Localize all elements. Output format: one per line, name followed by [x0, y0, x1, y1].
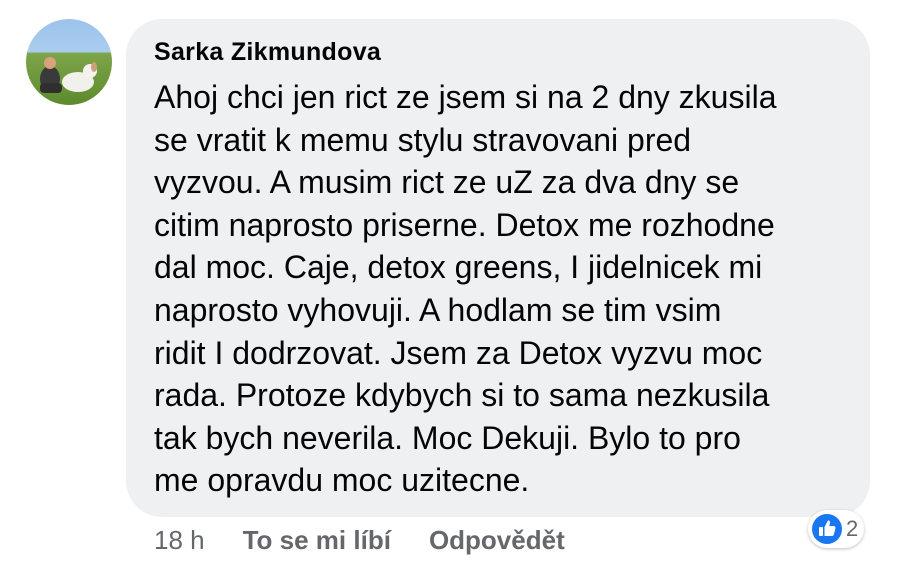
comment-line: se vratit k memu stylu stravovani pred: [154, 121, 692, 158]
comment-line: me opravdu moc uzitecne.: [154, 462, 530, 499]
reaction-summary[interactable]: 2: [808, 510, 865, 548]
comment-actions: 18 h To se mi líbí Odpovědět: [154, 522, 603, 558]
like-button[interactable]: To se mi líbí: [243, 525, 391, 556]
avatar-photo: [40, 57, 97, 93]
comment-line: Ahoj chci jen rict ze jsem si na 2 dny z…: [154, 79, 777, 115]
comment-line: vyzvou. A musim rict ze uZ za dva dny se: [154, 164, 740, 201]
comment-timestamp[interactable]: 18 h: [154, 525, 205, 556]
reply-button[interactable]: Odpovědět: [429, 525, 565, 556]
comment-author[interactable]: Sarka Zikmundova: [154, 38, 381, 67]
comment-line: dal moc. Caje, detox greens, I jidelnice…: [154, 249, 763, 286]
author-avatar[interactable]: [26, 19, 112, 105]
comment-line: tak bych neverila. Moc Dekuji. Bylo to p…: [154, 419, 741, 456]
comment-body: Ahoj chci jen rict ze jsem si na 2 dny z…: [154, 76, 854, 502]
comment-line: ridit I dodrzovat. Jsem za Detox vyzvu m…: [154, 334, 763, 371]
comment-line: naprosto vyhovuji. A hodlam se tim vsim: [154, 291, 722, 328]
like-icon: [812, 514, 842, 544]
comment-line: rada. Protoze kdybych si to sama nezkusi…: [154, 377, 770, 414]
comment-line: citim naprosto priserne. Detox me rozhod…: [154, 206, 775, 243]
reaction-count: 2: [846, 516, 859, 541]
